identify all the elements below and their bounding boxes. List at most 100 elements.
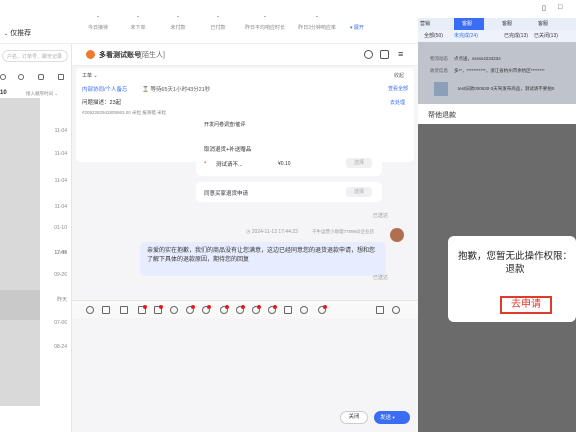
refund-card-title: 取消退货+补送赠品 bbox=[204, 147, 252, 153]
list-item-date: 01-10 bbox=[54, 225, 67, 231]
view-all-link[interactable]: 查看全部 bbox=[388, 85, 408, 92]
select-button[interactable]: 选择 bbox=[346, 187, 372, 197]
stat-3min-rate[interactable]: - 昨日3分钟响应率 bbox=[292, 14, 342, 31]
refund-price: ¥0.10 bbox=[278, 161, 291, 167]
tab-incomplete[interactable]: 未完成(24) bbox=[454, 32, 478, 39]
list-item-placeholder[interactable] bbox=[0, 320, 40, 406]
chat-icon[interactable] bbox=[300, 306, 308, 314]
expand-link[interactable]: ▾ 展开 bbox=[350, 24, 364, 31]
stat-avg-response[interactable]: - 昨日平均响应时长 bbox=[240, 14, 290, 31]
dialog-message: 抱歉，您暂无此操作权限：退款 bbox=[457, 251, 572, 275]
list-item-placeholder[interactable] bbox=[0, 98, 40, 290]
menu-icon[interactable]: ≡ bbox=[398, 49, 403, 59]
more-icon[interactable] bbox=[318, 305, 327, 314]
image-icon[interactable] bbox=[120, 306, 128, 314]
refund-help-header: 帮他退款 bbox=[418, 104, 576, 124]
chevron-down-icon: ⌄ bbox=[4, 31, 9, 37]
conversation-count: 10 bbox=[0, 90, 7, 96]
history-icon[interactable] bbox=[376, 306, 384, 314]
close-button[interactable]: 关闭 bbox=[340, 411, 368, 424]
ticket-title: 工单 ⌄ bbox=[82, 73, 98, 79]
list-item-date: 11-04 bbox=[54, 151, 67, 157]
list-item-date: 17:44 bbox=[54, 250, 67, 256]
send-button[interactable]: 发送 ▾ bbox=[374, 411, 410, 424]
gift-icon[interactable] bbox=[170, 306, 178, 314]
hourglass-icon: ⌛ bbox=[142, 87, 149, 93]
tab-complete[interactable]: 已完成(13) bbox=[504, 32, 528, 39]
sent-status: 已送达 bbox=[373, 275, 389, 281]
right-panel: ▯ □ 营销 客服 客服 客服 全部(50) 未完成(24) 已完成(13) 已… bbox=[418, 0, 576, 432]
tag-icon[interactable] bbox=[220, 305, 229, 314]
quick-reply-icon[interactable] bbox=[392, 306, 400, 314]
process-link[interactable]: 去处理 bbox=[390, 99, 405, 106]
filter-tabs: 全部(50) 未完成(24) 已完成(13) 已关闭(13) bbox=[418, 30, 576, 42]
tab-service-active[interactable]: 客服 bbox=[454, 18, 484, 30]
coupon-icon[interactable] bbox=[154, 305, 163, 314]
message-sender: 千牛运营小助理77899@企业店 bbox=[312, 229, 375, 234]
edit-icon[interactable] bbox=[380, 50, 389, 59]
sort-dropdown[interactable]: 接入顺序时间 ⌄ bbox=[26, 91, 58, 97]
right-panel-top: ▯ □ 营销 客服 客服 客服 bbox=[418, 0, 576, 30]
filter-dropdown[interactable]: ⌄ 仅推荐 bbox=[4, 28, 31, 38]
clock-icon[interactable] bbox=[0, 74, 6, 80]
message-time: ◷ 2024-11-13 17:44:23 bbox=[246, 229, 298, 235]
refund-item: 测试请不... bbox=[216, 162, 243, 168]
tag-icon[interactable] bbox=[202, 305, 211, 314]
window-icon[interactable]: □ bbox=[558, 4, 562, 11]
phone-icon[interactable]: ▯ bbox=[542, 4, 546, 12]
percent-icon[interactable] bbox=[138, 305, 147, 314]
shop-name: 多看测试账号 bbox=[99, 52, 141, 59]
tag-icon[interactable] bbox=[268, 305, 277, 314]
input-toolbar bbox=[72, 300, 418, 318]
tab-marketing[interactable]: 营销 bbox=[420, 20, 430, 27]
tab-closed[interactable]: 已关闭(13) bbox=[534, 32, 558, 39]
ticket-category[interactable]: 内部协同/个人备忘 bbox=[82, 85, 128, 93]
product-thumbnail bbox=[434, 82, 448, 96]
list-item-date: 07-06 bbox=[54, 320, 67, 326]
product-icon: ▪ bbox=[204, 160, 207, 166]
list-item-selected[interactable] bbox=[0, 290, 40, 320]
tag-icon[interactable] bbox=[252, 305, 261, 314]
tab-service[interactable]: 客服 bbox=[502, 20, 512, 27]
refund-card: 取消退货+补送赠品 ▪ 测试请不... ¥0.10 选择 bbox=[196, 140, 382, 176]
stat-today-reception[interactable]: - 今日接待 bbox=[78, 14, 118, 31]
clock-icon: ◷ bbox=[246, 229, 251, 235]
history-icon[interactable] bbox=[364, 50, 373, 59]
user-icon[interactable] bbox=[18, 74, 24, 80]
filter-icon[interactable] bbox=[58, 74, 64, 80]
list-item-date: 08-24 bbox=[54, 344, 67, 350]
ticket-description: 问题描述：23起 bbox=[82, 100, 122, 106]
group-icon[interactable] bbox=[38, 74, 44, 80]
list-item-date: 09-26 bbox=[54, 272, 67, 278]
list-item-date: 11-04 bbox=[54, 178, 67, 184]
conversation-list: 户名、订单号、聊天记录 10 接入顺序时间 ⌄ 11-04 11-04 11-0… bbox=[0, 44, 72, 432]
collapse-button[interactable]: 收起 bbox=[394, 72, 404, 79]
emoji-icon[interactable] bbox=[86, 306, 94, 314]
stat-unpaid[interactable]: - 未付款 bbox=[158, 14, 198, 31]
box-icon[interactable] bbox=[284, 306, 292, 314]
stat-paid[interactable]: - 已付款 bbox=[198, 14, 238, 31]
search-input[interactable]: 户名、订单号、聊天记录 bbox=[2, 50, 68, 62]
tab-all[interactable]: 全部(50) bbox=[424, 32, 443, 39]
top-stats-bar: ⌄ 仅推荐 - 今日接待 - 未下单 - 未付款 - 已付款 - 昨日平均响应时长 - 昨日… bbox=[0, 0, 418, 44]
tag-icon[interactable] bbox=[236, 305, 245, 314]
order-info: 物流动态 点点送，sssss4234234 收货信息 多**，*********… bbox=[418, 42, 576, 104]
list-item-date: 昨天 bbox=[56, 297, 67, 303]
message-bubble: 亲爱的实在抱歉，我们的商品没有让您满意，这边已经同意您的退货退款申请，想和您了解… bbox=[140, 242, 386, 276]
ticket-meta: #2092282942805963 00 米粒 报滑稽 米粒 bbox=[82, 110, 167, 115]
survey-card: 开发问卷调查/催评 bbox=[196, 118, 382, 130]
chevron-down-icon: ▾ bbox=[392, 415, 395, 420]
tab-service[interactable]: 客服 bbox=[538, 20, 548, 27]
list-item-date: 11-04 bbox=[54, 128, 67, 134]
scissors-icon[interactable] bbox=[102, 306, 110, 314]
apply-button[interactable]: 去申请 bbox=[500, 296, 552, 314]
app-tabs: 营销 客服 客服 客服 bbox=[418, 18, 576, 30]
product-title: test旧款000630-3天驾发布商品，测试请不要拍0 bbox=[458, 86, 555, 91]
link-icon[interactable] bbox=[186, 305, 195, 314]
select-button[interactable]: 选择 bbox=[346, 158, 372, 168]
chevron-down-icon: ▾ bbox=[350, 25, 353, 31]
shop-avatar bbox=[86, 50, 95, 59]
stat-not-ordered[interactable]: - 未下单 bbox=[118, 14, 158, 31]
list-item-date: 11-04 bbox=[54, 204, 67, 210]
sent-status: 已送达 bbox=[373, 213, 389, 219]
